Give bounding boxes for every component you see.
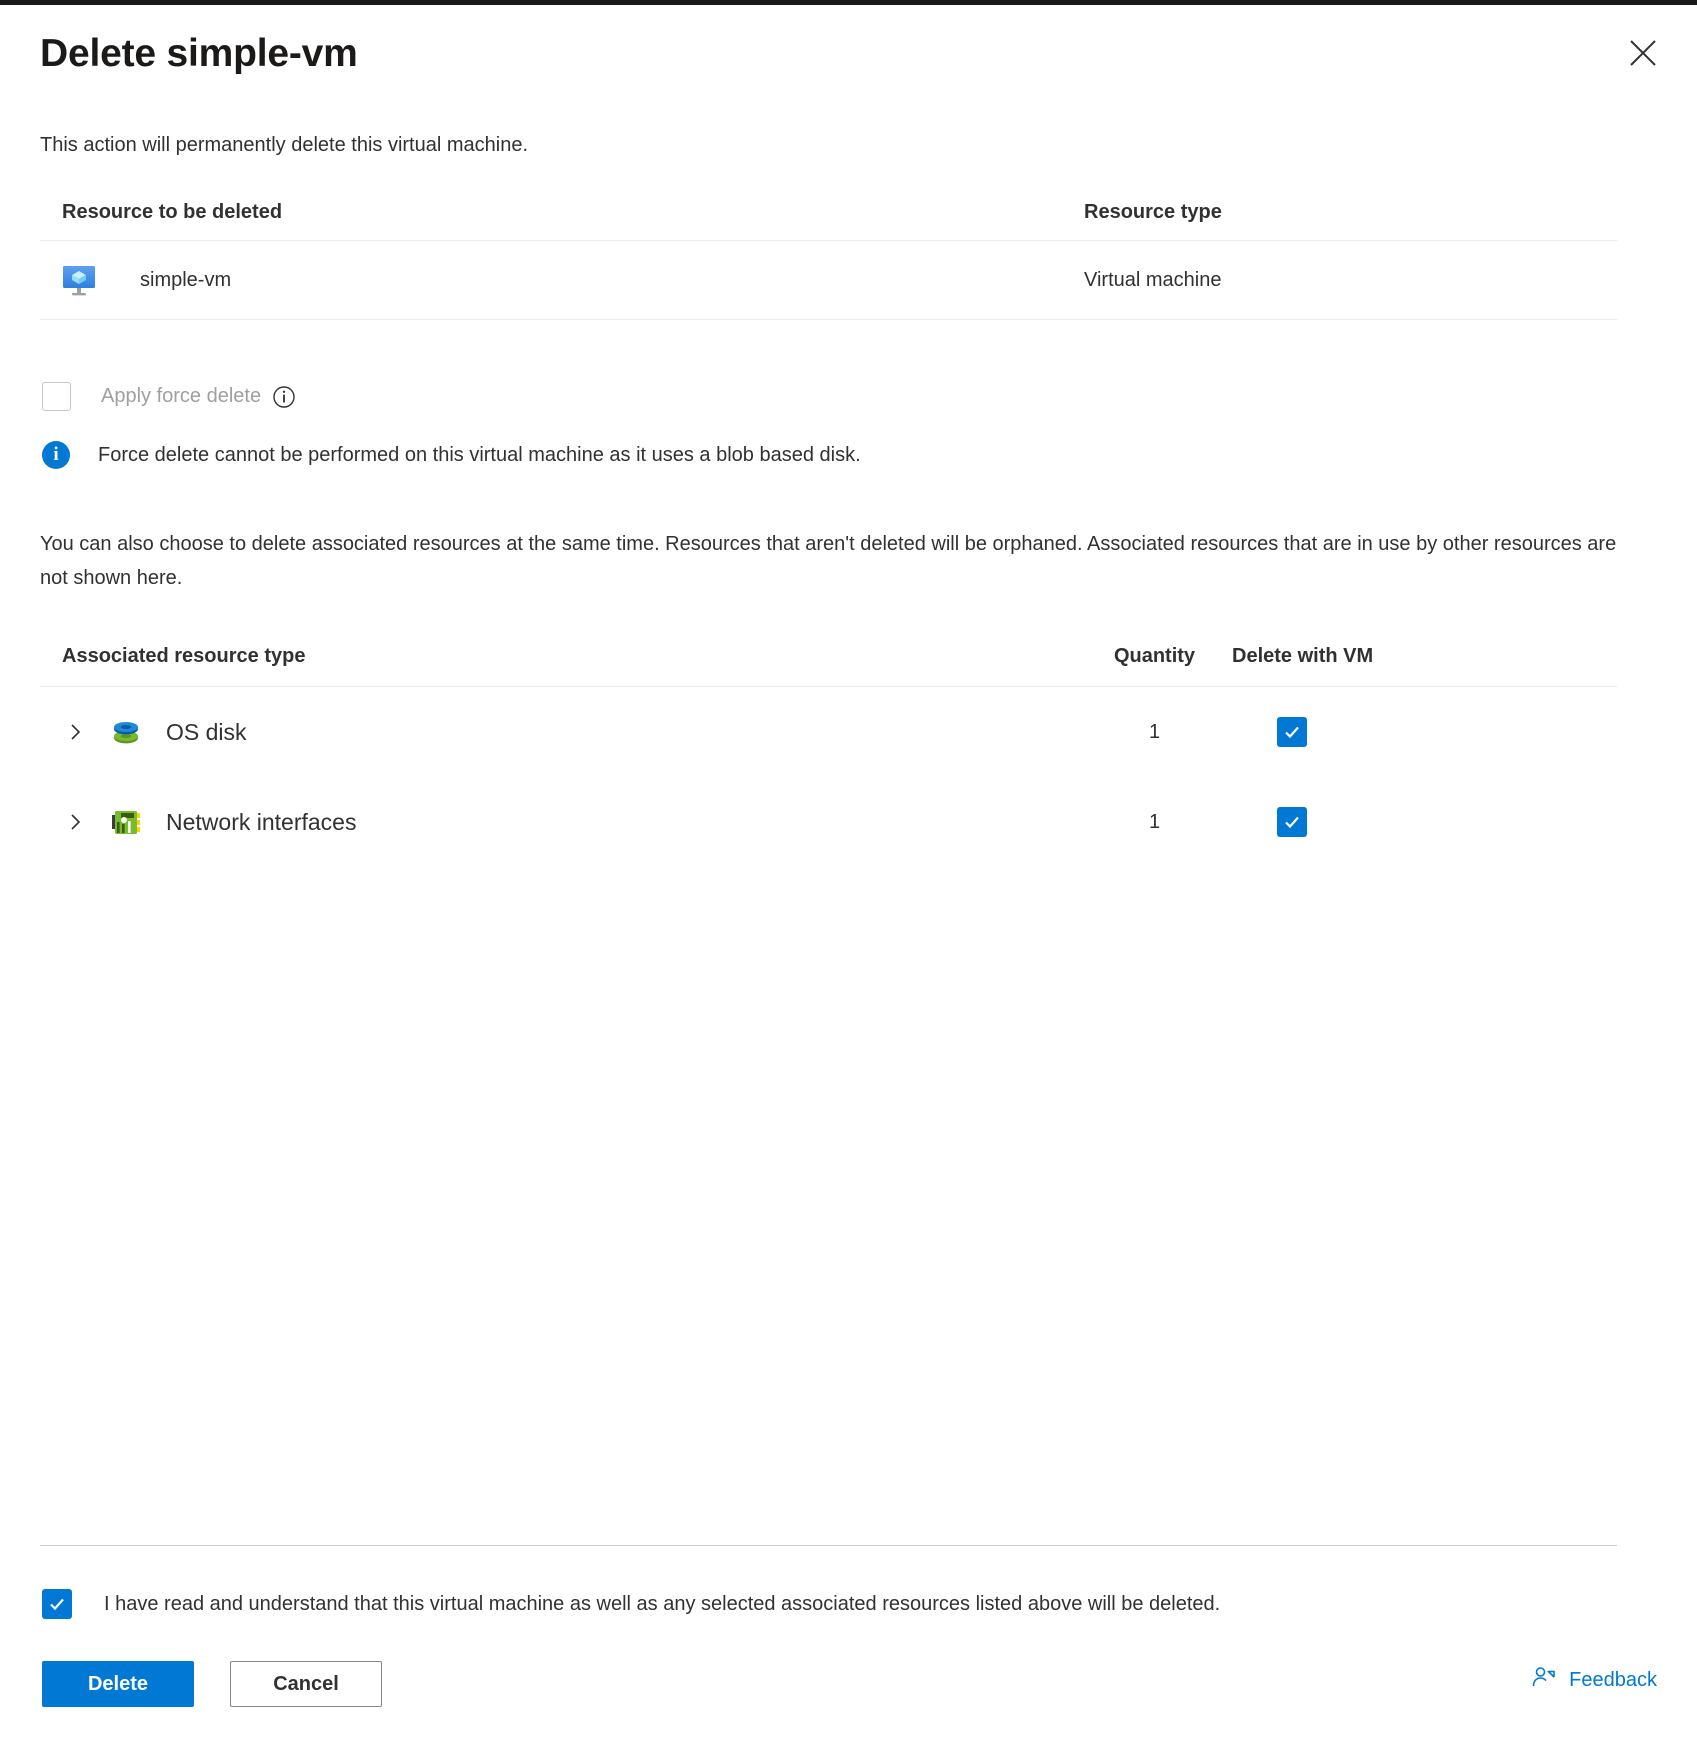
column-header-resource-type: Resource type: [1084, 201, 1222, 223]
chevron-right-icon[interactable]: [62, 809, 88, 835]
quantity-cell: 1: [1148, 810, 1161, 833]
table-row: OS disk 1: [40, 687, 1617, 777]
acknowledge-checkbox[interactable]: [42, 1589, 72, 1619]
feedback-label: Feedback: [1569, 1669, 1657, 1691]
column-header-associated-type: Associated resource type: [62, 645, 306, 667]
info-outline-icon[interactable]: [272, 385, 296, 409]
delete-with-vm-checkbox[interactable]: [1277, 807, 1307, 837]
disk-icon: [108, 714, 144, 750]
info-filled-icon: i: [42, 441, 70, 469]
associated-table-header: Associated resource type Quantity Delete…: [40, 645, 1617, 687]
resource-table: Resource to be deleted Resource type sim…: [40, 201, 1617, 320]
force-delete-row: Apply force delete: [40, 382, 1657, 411]
close-icon: [1628, 38, 1658, 68]
column-header-delete-with-vm: Delete with VM: [1232, 645, 1374, 667]
apply-force-delete-checkbox[interactable]: [42, 382, 71, 411]
associated-resource-table: Associated resource type Quantity Delete…: [40, 645, 1617, 867]
delete-button[interactable]: Delete: [42, 1661, 194, 1707]
force-delete-info-text: Force delete cannot be performed on this…: [98, 443, 861, 466]
dialog-footer: I have read and understand that this vir…: [0, 1545, 1697, 1747]
footer-divider: [40, 1545, 1617, 1546]
delete-with-vm-cell: [1232, 807, 1617, 837]
column-header-resource-name: Resource to be deleted: [62, 201, 283, 223]
close-button[interactable]: [1621, 31, 1665, 75]
lead-text: This action will permanently delete this…: [40, 134, 528, 156]
delete-with-vm-checkbox[interactable]: [1277, 717, 1307, 747]
resource-type-cell: Virtual machine: [1084, 268, 1222, 291]
associated-type-label: Network interfaces: [166, 808, 357, 835]
acknowledgement-row: I have read and understand that this vir…: [40, 1589, 1657, 1619]
virtual-machine-icon: [62, 263, 96, 297]
delete-vm-dialog: Delete simple-vm This action will perman…: [0, 5, 1697, 1747]
associated-type-label: OS disk: [166, 718, 247, 745]
table-row: simple-vm Virtual machine: [40, 241, 1617, 320]
column-header-quantity: Quantity: [1113, 645, 1196, 667]
feedback-link[interactable]: Feedback: [1531, 1665, 1657, 1696]
apply-force-delete-label: Apply force delete: [101, 385, 262, 407]
quantity-cell: 1: [1148, 720, 1161, 743]
chevron-right-icon[interactable]: [62, 719, 88, 745]
page-title: Delete simple-vm: [40, 32, 358, 75]
delete-with-vm-cell: [1232, 717, 1617, 747]
resource-table-header: Resource to be deleted Resource type: [40, 201, 1617, 241]
resource-name-cell: simple-vm: [62, 263, 1084, 297]
footer-button-row: Delete Cancel Feedback: [40, 1661, 1657, 1747]
resource-name-text: simple-vm: [140, 268, 232, 291]
cancel-button[interactable]: Cancel: [230, 1661, 382, 1707]
dialog-header: Delete simple-vm: [0, 5, 1697, 89]
associated-type-cell: Network interfaces: [62, 804, 1077, 840]
associated-type-cell: OS disk: [62, 714, 1077, 750]
force-delete-info-bar: i Force delete cannot be performed on th…: [40, 441, 1657, 469]
person-feedback-icon: [1531, 1665, 1557, 1696]
associated-description: You can also choose to delete associated…: [40, 533, 1617, 589]
acknowledge-label: I have read and understand that this vir…: [104, 1592, 1221, 1615]
dialog-body: This action will permanently delete this…: [0, 131, 1697, 867]
network-interface-icon: [108, 804, 144, 840]
table-row: Network interfaces 1: [40, 777, 1617, 867]
